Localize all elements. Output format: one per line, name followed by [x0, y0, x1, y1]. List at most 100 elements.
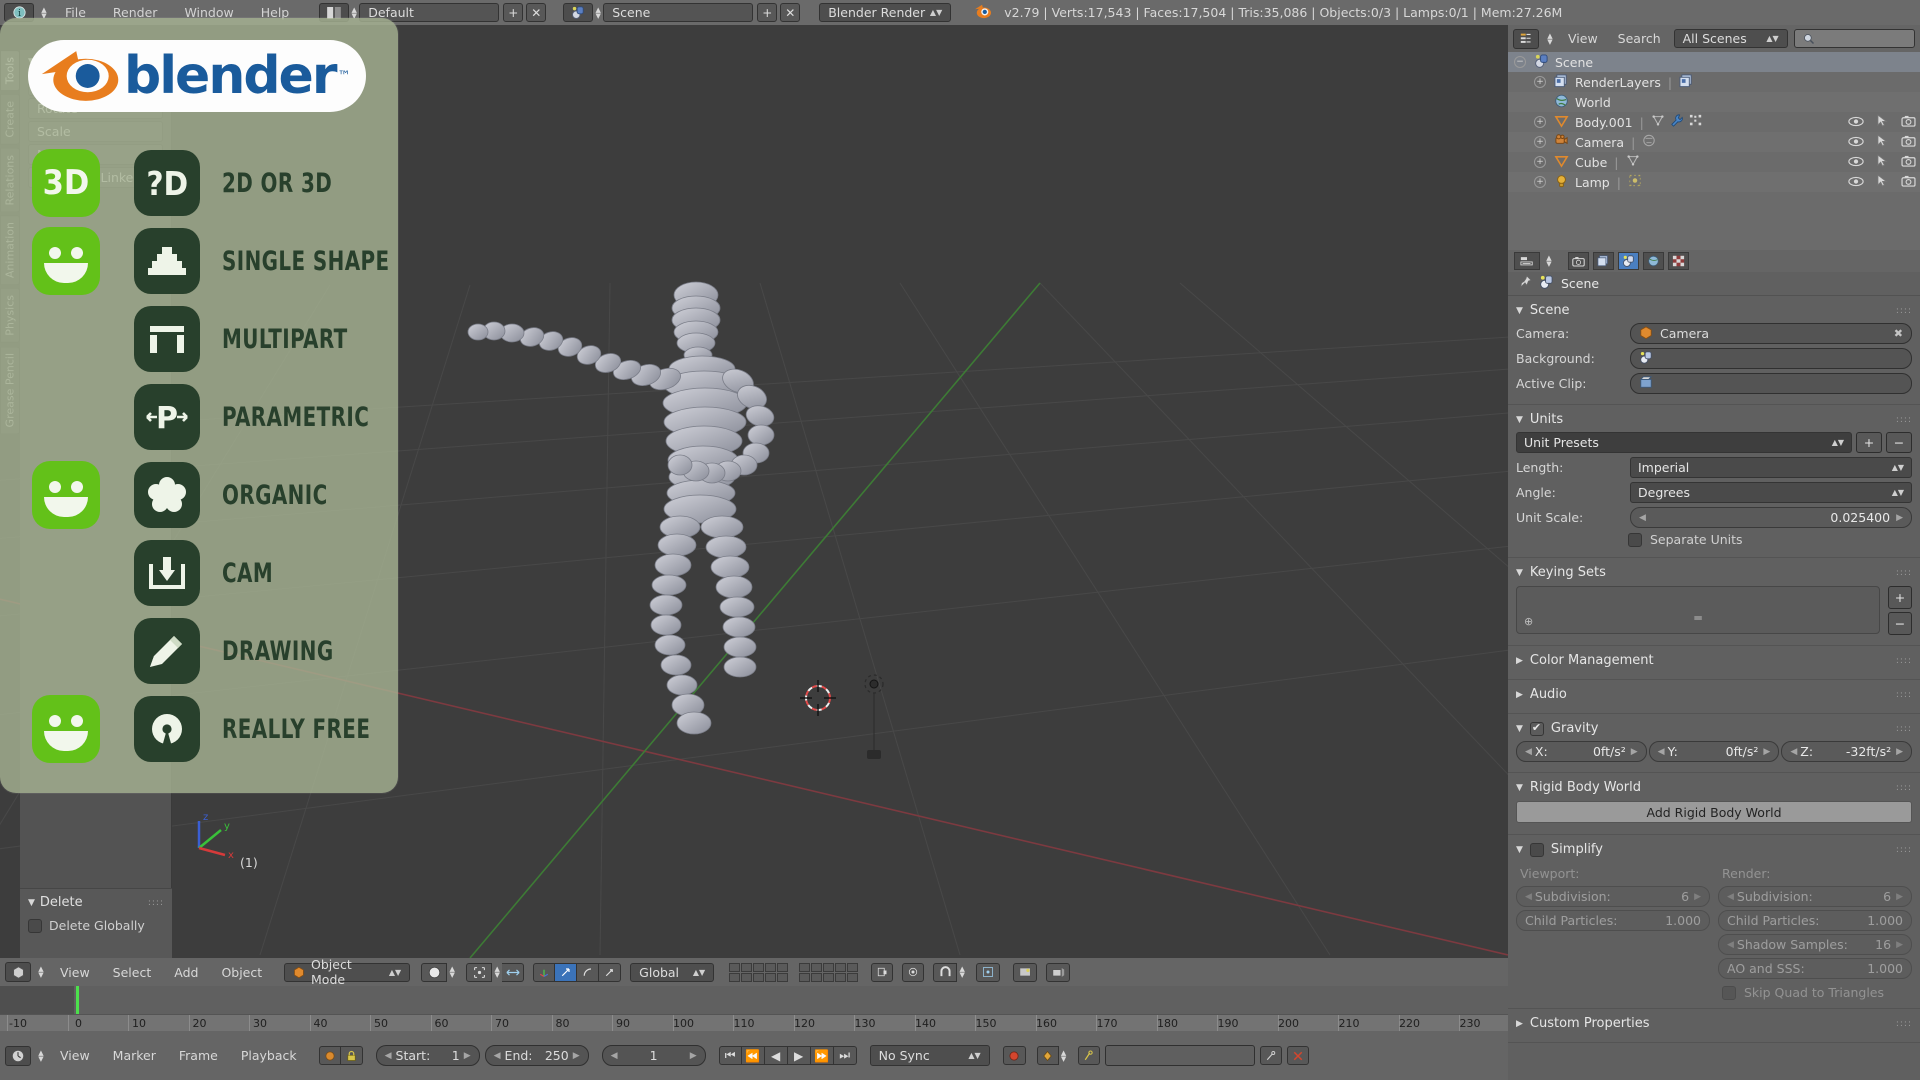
scene-spinner[interactable]: ▲ ▼ [593, 6, 603, 19]
scene-tab-icon[interactable] [1618, 252, 1639, 270]
eye-icon[interactable] [1848, 175, 1864, 190]
outliner-search-input[interactable] [1793, 29, 1915, 48]
cursor-arrow-icon[interactable] [1877, 174, 1888, 190]
delete-keyframe-icon[interactable] [1286, 1046, 1309, 1065]
camera-restrict-icon[interactable] [1901, 155, 1916, 170]
manipulator-axes-icon[interactable] [533, 962, 556, 982]
renderlayer-icon[interactable] [1679, 73, 1694, 91]
scene-camera-field[interactable]: Camera ✖ [1630, 323, 1912, 344]
camera-data-icon[interactable] [1642, 134, 1656, 150]
camera-restrict-icon[interactable] [1901, 175, 1916, 190]
feature-row-really-free[interactable]: REALLY FREE [0, 692, 403, 766]
record-icon[interactable] [1002, 1046, 1026, 1065]
skip-quad-row[interactable]: Skip Quad to Triangles [1718, 982, 1912, 1000]
viewport-shading-icon[interactable] [421, 962, 448, 982]
jump-to-end-icon[interactable]: ⏭ [833, 1046, 857, 1065]
outliner-row-camera[interactable]: + Camera | [1508, 132, 1920, 152]
delete-globally-row[interactable]: Delete Globally [20, 916, 172, 935]
panel-simplify-header[interactable]: ▼ Simplify :::: [1508, 839, 1920, 860]
add-keying-set-button[interactable]: + [1888, 586, 1912, 609]
scale-manipulator-icon[interactable] [599, 962, 622, 982]
outliner-row-body001[interactable]: + Body.001 | [1508, 112, 1920, 132]
properties-editor[interactable]: ▲ ▼ Scene ▼ Scene:::: Camera: Camera ✖ … [1508, 250, 1920, 1080]
feature-row-single-shape[interactable]: SINGLE SHAPE [0, 224, 426, 298]
feature-row-2d-or-3d[interactable]: 3D ?D 2D OR 3D [0, 146, 356, 220]
clear-x-icon[interactable]: ✖ [1894, 327, 1903, 340]
insert-keyframe-icon[interactable] [1259, 1046, 1282, 1065]
play-reverse-icon[interactable]: ◀ [764, 1046, 788, 1065]
frame-end-field[interactable]: ◀ End: 250 ▶ [484, 1045, 589, 1066]
lamp-data-icon[interactable] [1628, 174, 1642, 190]
interaction-mode-select[interactable]: Object Mode ▲▼ [284, 957, 411, 987]
sync-mode-select[interactable]: No Sync ▲▼ [869, 1045, 990, 1066]
panel-gravity-header[interactable]: ▼ Gravity :::: [1508, 718, 1920, 739]
delete-globally-checkbox[interactable] [28, 918, 42, 933]
simplify-render-subdivision-field[interactable]: ◀ Subdivision: 6 ▶ [1718, 886, 1912, 907]
panel-audio-header[interactable]: ▶ Audio :::: [1508, 684, 1920, 705]
keying-set-field[interactable] [1104, 1045, 1255, 1066]
screen-layout-spinner[interactable]: ▲ ▼ [349, 6, 359, 19]
next-keyframe-icon[interactable]: ⏩ [810, 1046, 834, 1065]
panel-units-header[interactable]: ▼ Units :::: [1508, 409, 1920, 430]
world-tab-icon[interactable] [1643, 252, 1664, 270]
current-frame-field[interactable]: ◀ 1 ▶ [601, 1045, 706, 1066]
mesh-data-icon[interactable] [1626, 154, 1640, 170]
snap-element-icon[interactable] [976, 962, 1001, 982]
panel-rigid-body-world-header[interactable]: ▼ Rigid Body World :::: [1508, 777, 1920, 798]
properties-editor-icon[interactable] [1514, 252, 1540, 270]
separate-units-row[interactable]: Separate Units [1508, 530, 1920, 549]
panel-keying-sets-header[interactable]: ▼ Keying Sets :::: [1508, 562, 1920, 583]
properties-editor-spinner[interactable]: ▲ ▼ [1544, 255, 1554, 268]
timeline-view-menu[interactable]: View [51, 1048, 99, 1063]
scene-name-field[interactable]: Scene [603, 3, 754, 22]
outliner-row-world[interactable]: World [1508, 92, 1920, 112]
camera-restrict-icon[interactable] [1901, 135, 1916, 150]
render-engine-select[interactable]: Blender Render ▲▼ [819, 3, 952, 22]
simplify-render-shadow-samples-field[interactable]: ◀ Shadow Samples: 16 ▶ [1718, 934, 1912, 955]
add-menu[interactable]: Add [165, 965, 207, 980]
opengl-render-icon[interactable] [1046, 962, 1071, 982]
particles-icon[interactable] [1689, 114, 1703, 130]
unit-presets-select[interactable]: Unit Presets ▲▼ [1516, 432, 1852, 453]
pivot-spinner[interactable]: ▲ ▼ [492, 966, 502, 979]
disclosure-expand-icon[interactable]: + [1534, 136, 1546, 148]
timeline-editor-icon[interactable] [5, 1045, 31, 1066]
pivot-median-icon[interactable] [466, 962, 493, 982]
manipulator-icon[interactable] [502, 962, 525, 982]
info-editor-spinner[interactable]: ▲ ▼ [39, 6, 49, 19]
shading-spinner[interactable]: ▲ ▼ [447, 966, 457, 979]
delete-screen-button[interactable]: ✕ [526, 3, 547, 22]
feature-row-drawing[interactable]: DRAWING [0, 614, 358, 688]
remove-preset-button[interactable]: − [1886, 432, 1912, 453]
add-scene-button[interactable]: + [757, 3, 778, 22]
cursor-arrow-icon[interactable] [1877, 114, 1888, 130]
proportional-edit-icon[interactable] [902, 962, 925, 982]
texture-tab-icon[interactable] [1668, 252, 1689, 270]
disclosure-expand-icon[interactable]: + [1534, 116, 1546, 128]
modifier-wrench-icon[interactable] [1670, 114, 1684, 130]
outliner-tree[interactable]: − Scene + RenderLayers | World + Body.00… [1508, 52, 1920, 250]
snap-magnet-icon[interactable] [933, 962, 958, 982]
gravity-y-field[interactable]: ◀ Y: 0ft/s² ▶ [1648, 741, 1780, 762]
feature-row-multipart[interactable]: MULTIPART [0, 302, 375, 376]
simplify-viewport-subdivision-field[interactable]: ◀ Subdivision: 6 ▶ [1516, 886, 1710, 907]
jump-to-start-icon[interactable]: ⏮ [718, 1046, 742, 1065]
playhead[interactable] [76, 986, 79, 1014]
panel-scene-header[interactable]: ▼ Scene :::: [1508, 300, 1920, 321]
gravity-z-field[interactable]: ◀ Z: -32ft/s² ▶ [1781, 741, 1913, 762]
camera-restrict-icon[interactable] [1901, 115, 1916, 130]
simplify-enable-checkbox[interactable] [1529, 842, 1544, 857]
add-preset-button[interactable]: + [1856, 432, 1882, 453]
record-auto-key-icon[interactable] [318, 1046, 341, 1065]
gravity-x-field[interactable]: ◀ X: 0ft/s² ▶ [1516, 741, 1647, 762]
scene-background-field[interactable] [1630, 348, 1912, 369]
timeline-playback-menu[interactable]: Playback [232, 1048, 306, 1063]
active-keying-set-icon[interactable] [1077, 1046, 1100, 1065]
feature-row-parametric[interactable]: P PARAMETRIC [0, 380, 402, 454]
keying-set-icon[interactable] [1036, 1046, 1059, 1065]
units-scale-field[interactable]: ◀ 0.025400 ▶ [1630, 507, 1912, 528]
timeline-strip[interactable]: -10 0 10 20 30 40 50 60 70 80 90 100 110 120 130 140 150… [0, 986, 1508, 1060]
disclosure-expand-icon[interactable]: + [1534, 176, 1546, 188]
scene-layers-block-2[interactable] [799, 962, 859, 982]
cursor-arrow-icon[interactable] [1877, 154, 1888, 170]
